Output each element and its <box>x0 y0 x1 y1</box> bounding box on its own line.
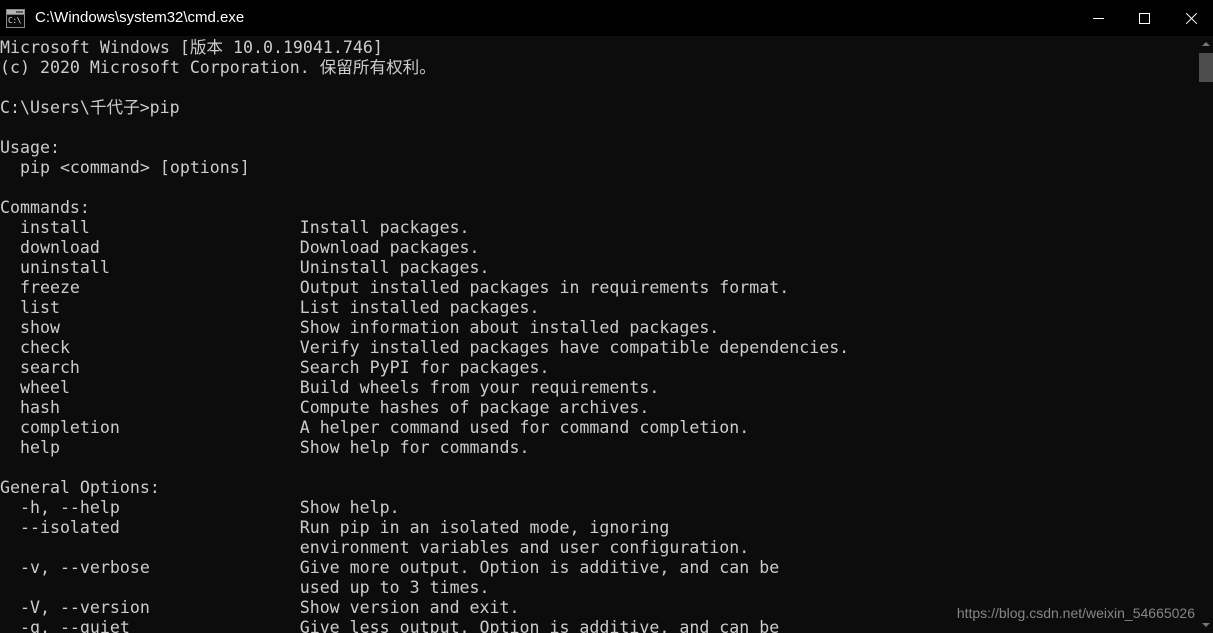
title-bar: C:\ C:\Windows\system32\cmd.exe <box>0 0 1213 36</box>
scrollbar-thumb[interactable] <box>1199 53 1213 82</box>
maximize-icon <box>1138 12 1150 24</box>
chevron-up-icon <box>1202 42 1210 46</box>
vertical-scrollbar[interactable] <box>1199 36 1213 633</box>
window-controls <box>1075 0 1213 36</box>
maximize-button[interactable] <box>1121 0 1167 36</box>
close-icon <box>1184 12 1197 25</box>
icon-screen-glyph: C:\ <box>7 14 24 27</box>
minimize-icon <box>1092 17 1104 19</box>
scroll-down-button[interactable] <box>1199 617 1213 633</box>
cmd-window: C:\ C:\Windows\system32\cmd.exe Microsof… <box>0 0 1213 633</box>
cmd-console-icon: C:\ <box>6 8 25 28</box>
scroll-up-button[interactable] <box>1199 36 1213 52</box>
close-button[interactable] <box>1167 0 1213 36</box>
chevron-down-icon <box>1202 623 1210 627</box>
watermark-url: https://blog.csdn.net/weixin_54665026 <box>956 605 1195 621</box>
console-text: Microsoft Windows [版本 10.0.19041.746] (c… <box>0 38 850 633</box>
minimize-button[interactable] <box>1075 0 1121 36</box>
title-bar-left: C:\ C:\Windows\system32\cmd.exe <box>0 8 1075 28</box>
terminal-output-area[interactable]: Microsoft Windows [版本 10.0.19041.746] (c… <box>0 36 1199 633</box>
window-title: C:\Windows\system32\cmd.exe <box>35 9 245 26</box>
